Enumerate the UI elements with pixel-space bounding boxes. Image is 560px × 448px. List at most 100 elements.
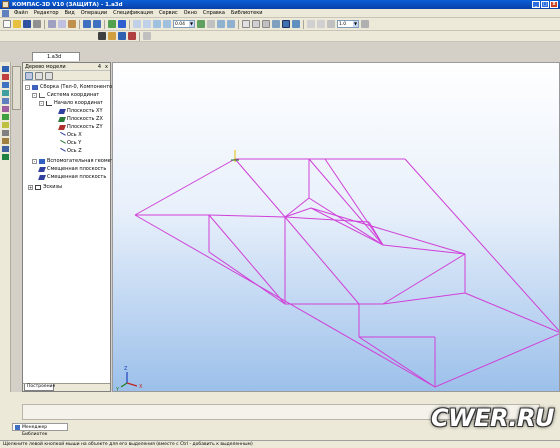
tree-filter-icon[interactable] <box>45 71 53 80</box>
menu-view[interactable]: Вид <box>65 10 75 16</box>
menu-edit[interactable]: Редактор <box>34 10 59 16</box>
halftone-edges-icon[interactable] <box>282 20 290 28</box>
menu-libraries[interactable]: Библиотеки <box>231 10 263 16</box>
tree-node[interactable]: Ось X <box>58 131 82 139</box>
tab-construction[interactable]: Построение <box>24 384 55 391</box>
thin-lines-icon[interactable] <box>262 20 270 28</box>
menu-service[interactable]: Сервис <box>159 10 178 16</box>
model-edge[interactable] <box>234 158 286 218</box>
grid-icon[interactable] <box>307 20 315 28</box>
dimensions-icon[interactable] <box>2 154 9 160</box>
specification-icon[interactable] <box>2 130 9 136</box>
edit-assembly-icon[interactable] <box>2 66 9 72</box>
space-curves-icon[interactable] <box>2 82 9 88</box>
model-edge[interactable] <box>284 216 360 305</box>
tree-node[interactable]: Ось Z <box>58 147 82 155</box>
expander[interactable]: - <box>25 84 30 90</box>
model-edge[interactable] <box>358 336 436 388</box>
print-icon[interactable] <box>33 20 41 28</box>
pan-icon[interactable] <box>207 20 215 28</box>
pin-icon[interactable]: 4 <box>98 63 101 71</box>
tree-node[interactable]: Плоскость ZY <box>58 123 103 131</box>
snap-icon[interactable] <box>317 20 325 28</box>
model-edge[interactable] <box>404 158 560 333</box>
tab-library-manager[interactable]: Менеджер Библиотек <box>12 423 68 437</box>
zoom-in-icon[interactable] <box>133 20 141 28</box>
model-edge[interactable] <box>284 207 312 218</box>
refresh-icon[interactable] <box>197 20 205 28</box>
filter-icon[interactable] <box>143 32 151 40</box>
model-edge[interactable] <box>324 158 384 246</box>
tree-node[interactable]: Ось Y <box>58 139 81 147</box>
tree-node[interactable]: Плоскость ZX <box>58 115 103 123</box>
halftone-icon[interactable] <box>272 20 280 28</box>
tree-node[interactable]: - Система координат <box>32 91 99 99</box>
tree-node[interactable]: - Сборка (Тел-0, Компонентов-0) <box>25 83 122 91</box>
new-icon[interactable] <box>3 20 11 28</box>
zoom-out-icon[interactable] <box>143 20 151 28</box>
model-edge[interactable] <box>308 197 384 246</box>
maximize-button[interactable]: □ <box>541 1 549 8</box>
menu-file[interactable]: Файл <box>14 10 28 16</box>
model-edge[interactable] <box>284 197 310 218</box>
model-edge[interactable] <box>208 214 286 218</box>
minimize-button[interactable]: _ <box>532 1 540 8</box>
model-edge[interactable] <box>382 253 466 305</box>
close-icon[interactable]: x <box>105 63 108 71</box>
properties-icon[interactable] <box>108 20 116 28</box>
paste-icon[interactable] <box>68 20 76 28</box>
vertical-panel-tab[interactable] <box>12 66 21 110</box>
cut-icon[interactable] <box>48 20 56 28</box>
expander[interactable]: - <box>39 100 44 106</box>
perspective-icon[interactable] <box>292 20 300 28</box>
wireframe-icon[interactable] <box>242 20 250 28</box>
aux-geometry-tool-icon[interactable] <box>2 98 9 104</box>
save-icon[interactable] <box>23 20 31 28</box>
zoom-window-icon[interactable] <box>163 20 171 28</box>
scale-combo[interactable]: 0.04 ▼ <box>173 20 195 28</box>
model-edge[interactable] <box>434 333 560 388</box>
rotate-icon[interactable] <box>217 20 225 28</box>
orientation-icon[interactable] <box>227 20 235 28</box>
insert-icon[interactable] <box>128 32 136 40</box>
menu-operations[interactable]: Операции <box>81 10 107 16</box>
step-combo[interactable]: 1.0 ▼ <box>337 20 359 28</box>
model-edge[interactable] <box>464 292 560 333</box>
menu-window[interactable]: Окно <box>184 10 197 16</box>
tree-mode-icon[interactable] <box>25 71 33 80</box>
close-button[interactable]: x <box>550 1 558 8</box>
tree-node[interactable]: - Начало координат <box>39 99 103 107</box>
tree-node[interactable]: Смещенная плоскость <box>38 165 106 173</box>
model-edge[interactable] <box>308 158 384 246</box>
select-icon[interactable] <box>98 32 106 40</box>
model-edge[interactable] <box>284 216 370 223</box>
hidden-lines-icon[interactable] <box>252 20 260 28</box>
undo-icon[interactable] <box>83 20 91 28</box>
model-edge[interactable] <box>382 244 466 255</box>
model-edge[interactable] <box>382 292 466 305</box>
tree-node[interactable]: Плоскость XY <box>58 107 103 115</box>
elements-icon[interactable] <box>2 146 9 152</box>
surfaces-icon[interactable] <box>2 90 9 96</box>
zoom-fit-icon[interactable] <box>153 20 161 28</box>
component-icon[interactable] <box>118 32 126 40</box>
expander[interactable]: - <box>32 92 37 98</box>
redo-icon[interactable] <box>93 20 101 28</box>
document-menu-icon[interactable] <box>2 10 9 17</box>
model-edge[interactable] <box>310 207 466 255</box>
help-icon[interactable] <box>118 20 126 28</box>
tree-node[interactable]: Смещенная плоскость <box>38 173 106 181</box>
expander[interactable]: - <box>32 158 37 164</box>
reports-icon[interactable] <box>2 138 9 144</box>
tree-node[interactable]: - Вспомогательная геометрия <box>32 157 123 165</box>
tab-document[interactable]: 1.a3d <box>32 52 80 61</box>
tree-node[interactable]: + Эскизы <box>28 183 62 191</box>
view-orientation-icon[interactable] <box>108 32 116 40</box>
copy-icon[interactable] <box>58 20 66 28</box>
menu-specification[interactable]: Спецификация <box>113 10 153 16</box>
settings-icon[interactable] <box>361 20 369 28</box>
view-icon[interactable] <box>327 20 335 28</box>
model-viewport[interactable]: X Z Y <box>112 62 560 392</box>
filters-icon[interactable] <box>2 122 9 128</box>
model-edge[interactable] <box>134 158 236 216</box>
